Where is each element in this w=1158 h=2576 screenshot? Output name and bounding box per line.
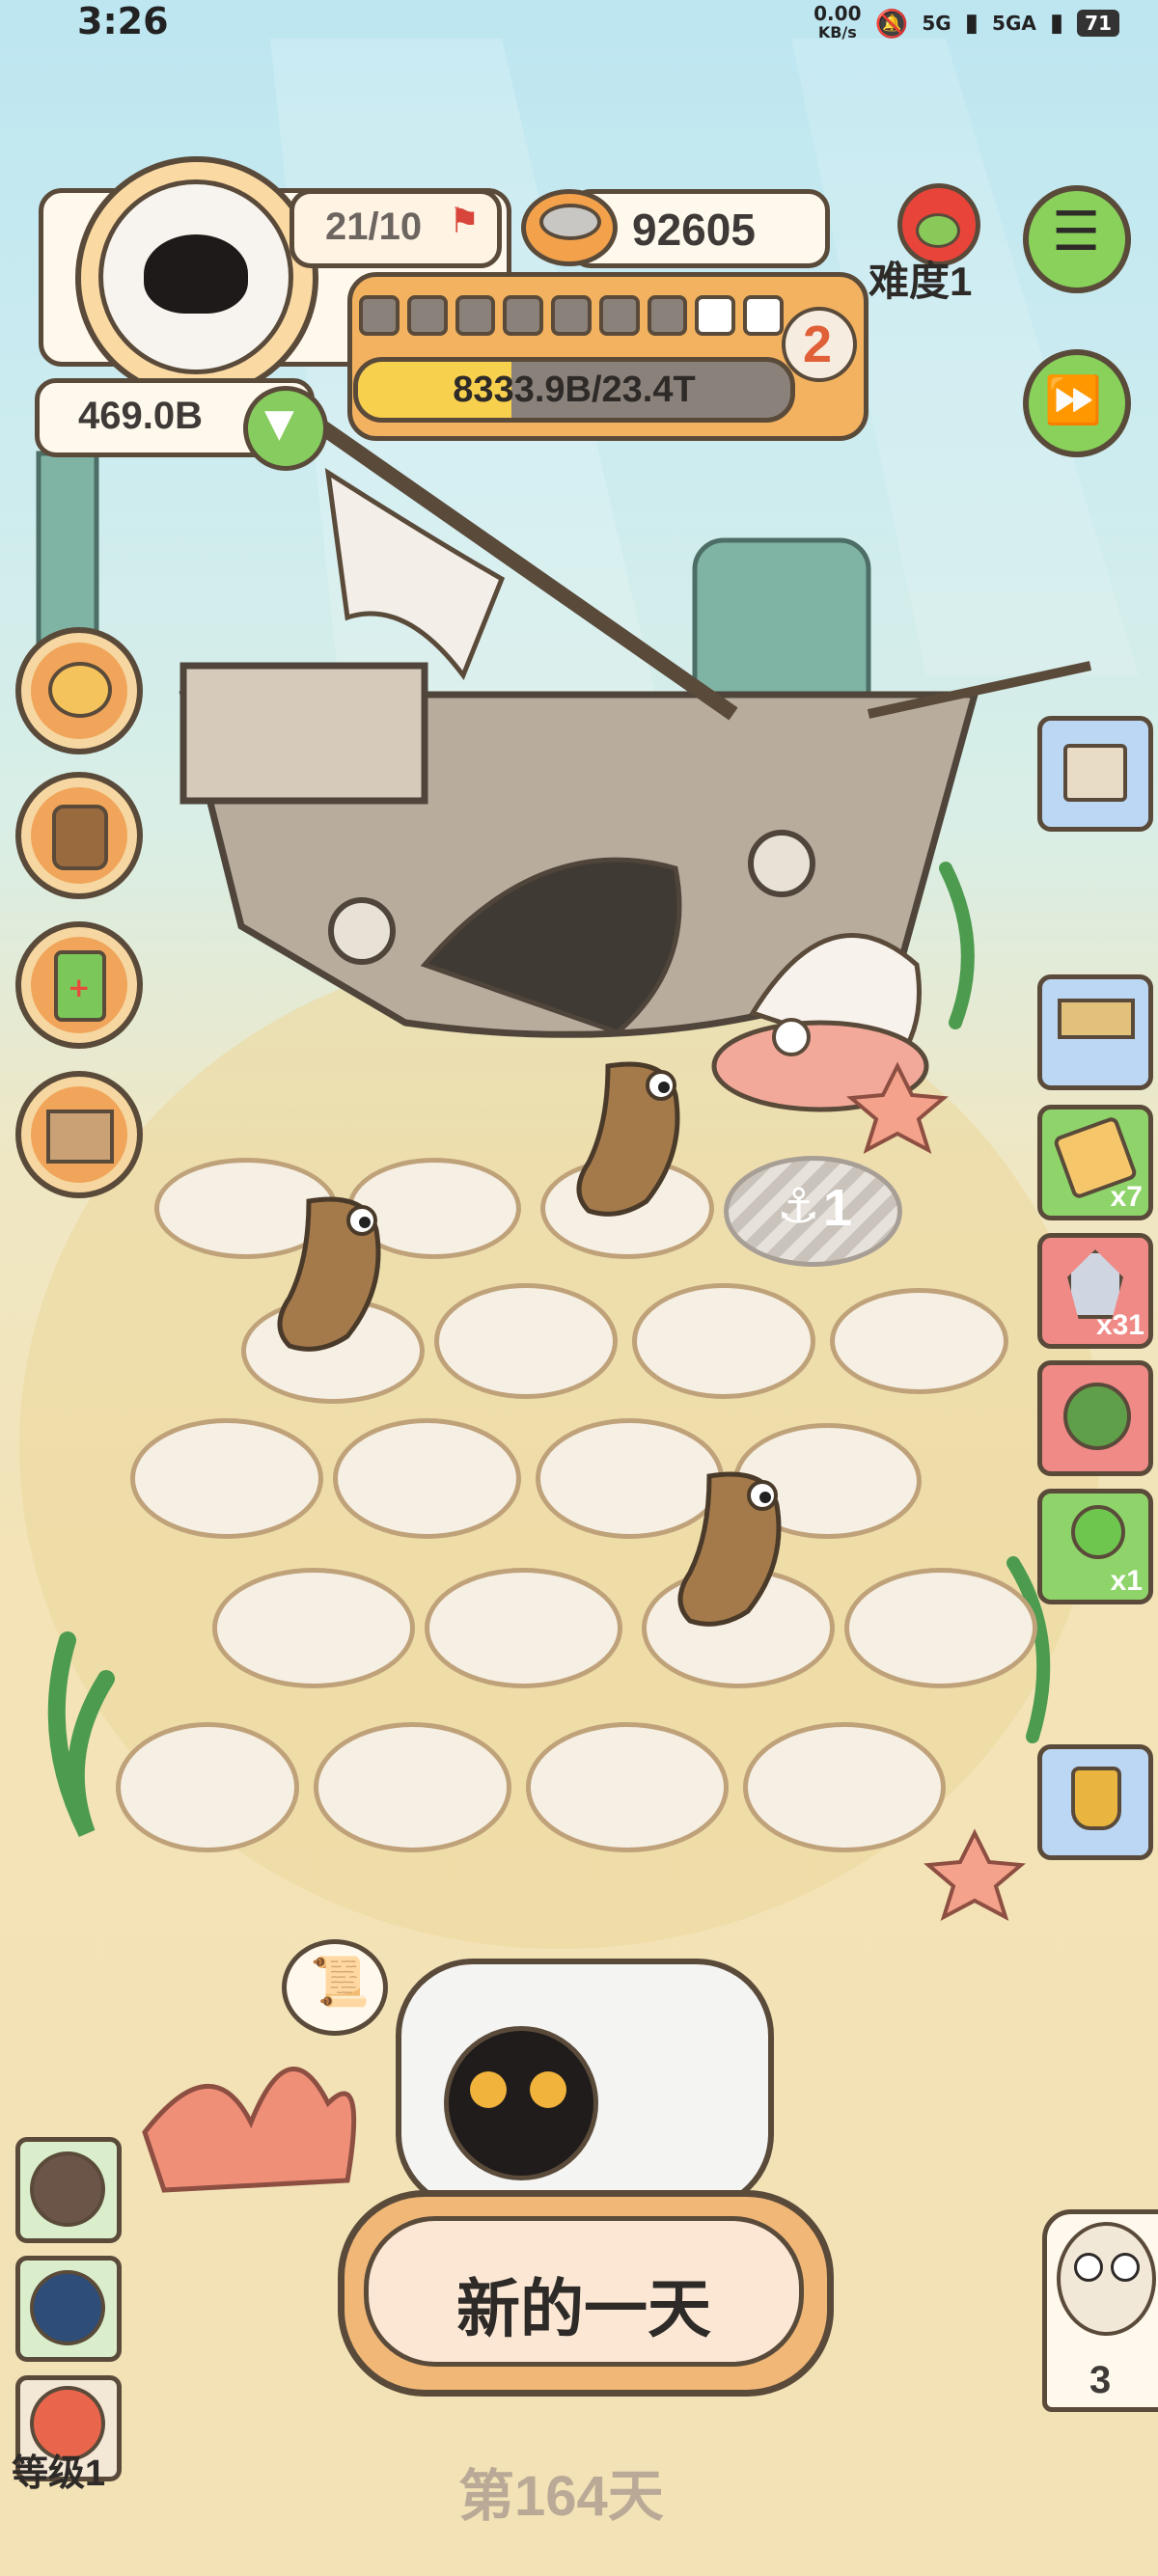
- owl-counter[interactable]: 3: [1042, 2209, 1158, 2412]
- crystal-button[interactable]: x31: [1037, 1233, 1153, 1349]
- pad-slot[interactable]: [526, 1722, 729, 1852]
- hut-icon: [1058, 999, 1135, 1039]
- hook-icon: ⚓: [777, 1178, 820, 1234]
- segment: [598, 295, 640, 336]
- new-day-label: 新的一天: [456, 2273, 711, 2344]
- ticket-count: x7: [1110, 1181, 1143, 1213]
- menu-button[interactable]: ☰: [1023, 185, 1131, 293]
- avatar-inner: [98, 179, 293, 374]
- pad-slot[interactable]: [425, 1568, 622, 1688]
- progress-text: 8333.9B/23.4T: [453, 370, 696, 410]
- fast-forward-icon: ⏩: [1044, 373, 1102, 427]
- blue-planet-icon: [30, 2270, 105, 2345]
- lollipop-icon: [1071, 1505, 1125, 1559]
- chevron-down-icon: ▼: [264, 401, 294, 446]
- blue-planet-button[interactable]: [15, 2256, 122, 2362]
- crystal-count: x31: [1095, 1309, 1144, 1341]
- lollipop-button[interactable]: x1: [1037, 1489, 1153, 1604]
- green-orb-button[interactable]: [1037, 1360, 1153, 1476]
- segment: [695, 295, 736, 336]
- food-bowl-icon: [521, 189, 618, 266]
- level-label: 等级1: [12, 2453, 106, 2494]
- player-avatar[interactable]: [75, 156, 318, 399]
- level-badge-icon: 2: [782, 307, 857, 382]
- flag-icon: ⚑: [449, 202, 481, 241]
- progress-track: 8333.9B/23.4T: [353, 357, 795, 423]
- shrimp-sprite: [277, 1196, 381, 1352]
- certificate-icon: 📜: [310, 1954, 371, 2010]
- seafood-icon: [48, 662, 112, 718]
- day-counter: 第164天: [458, 2465, 664, 2528]
- segment-bar: [359, 295, 785, 340]
- pad-slot[interactable]: [830, 1288, 1008, 1394]
- planet-icon: [30, 2151, 105, 2227]
- trophy-button[interactable]: [1037, 1744, 1153, 1860]
- treasure-chest-button[interactable]: [1037, 716, 1153, 832]
- fast-forward-button[interactable]: ⏩: [1023, 349, 1131, 457]
- game-scene: 3:26 0.00 KB/s 🔕 5G ▮ 5GA ▮ 71 21/10 ⚑ 9…: [0, 0, 1158, 2576]
- owl-count: 3: [1089, 2359, 1112, 2401]
- stage-progress-text: 21/10: [325, 206, 423, 248]
- segment: [359, 295, 400, 336]
- menu-icon: ☰: [1052, 201, 1101, 263]
- pad-slot[interactable]: [844, 1568, 1037, 1688]
- difficulty-label: 难度1: [868, 259, 973, 304]
- coins-value: 92605: [632, 205, 756, 255]
- segment: [503, 295, 544, 336]
- shrimp-creature[interactable]: [651, 1457, 806, 1650]
- green-orb-icon: [1063, 1383, 1131, 1450]
- slot-badge: 1: [823, 1179, 853, 1237]
- planet-button[interactable]: [15, 2137, 122, 2243]
- segment: [743, 295, 785, 336]
- certificate-bubble[interactable]: 📜: [282, 1939, 388, 2036]
- box-icon: [46, 1110, 114, 1164]
- ticket-button[interactable]: x7: [1037, 1105, 1153, 1220]
- owl-icon: [1057, 2222, 1156, 2336]
- cat-face: [444, 2026, 598, 2180]
- trophy-icon: [1071, 1767, 1121, 1830]
- treasure-chest-icon: [1063, 744, 1127, 802]
- hut-button[interactable]: [1037, 974, 1153, 1090]
- pad-slot[interactable]: [130, 1418, 323, 1539]
- lollipop-count: x1: [1110, 1565, 1143, 1597]
- shrimp-sprite: [677, 1471, 782, 1627]
- black-cat-icon: [144, 234, 248, 314]
- difficulty-badge[interactable]: 难度1: [868, 183, 1004, 304]
- pad-slot-locked[interactable]: 1 ⚓: [724, 1156, 902, 1267]
- shrimp-sprite: [576, 1061, 680, 1217]
- segment: [455, 295, 496, 336]
- level-badge-number: 2: [803, 315, 833, 373]
- seafood-button[interactable]: [15, 627, 143, 754]
- health-device-icon: +: [54, 950, 106, 1022]
- stage-progress-pill: 21/10 ⚑: [290, 189, 502, 268]
- pad-slot[interactable]: [743, 1722, 946, 1852]
- pad-slot[interactable]: [212, 1568, 415, 1688]
- health-device-button[interactable]: +: [15, 921, 143, 1049]
- pad-slot[interactable]: [333, 1418, 521, 1539]
- cat-character[interactable]: [396, 1920, 801, 2211]
- segment: [406, 295, 448, 336]
- backpack-icon: [52, 805, 108, 870]
- pad-slot[interactable]: [314, 1722, 511, 1852]
- new-day-button[interactable]: 新的一天: [338, 2190, 834, 2397]
- box-button[interactable]: [15, 1071, 143, 1198]
- new-day-button-inner: 新的一天: [364, 2216, 804, 2367]
- segment: [647, 295, 688, 336]
- backpack-button[interactable]: [15, 772, 143, 899]
- resource-value: 469.0B: [78, 395, 203, 437]
- pad-slot[interactable]: [632, 1283, 815, 1399]
- dropdown-heart-button[interactable]: ▼: [243, 386, 328, 471]
- shrimp-creature[interactable]: [550, 1047, 704, 1230]
- pad-slot[interactable]: [116, 1722, 299, 1852]
- segment: [551, 295, 592, 336]
- pad-slot[interactable]: [434, 1283, 618, 1399]
- shrimp-creature[interactable]: [251, 1182, 405, 1360]
